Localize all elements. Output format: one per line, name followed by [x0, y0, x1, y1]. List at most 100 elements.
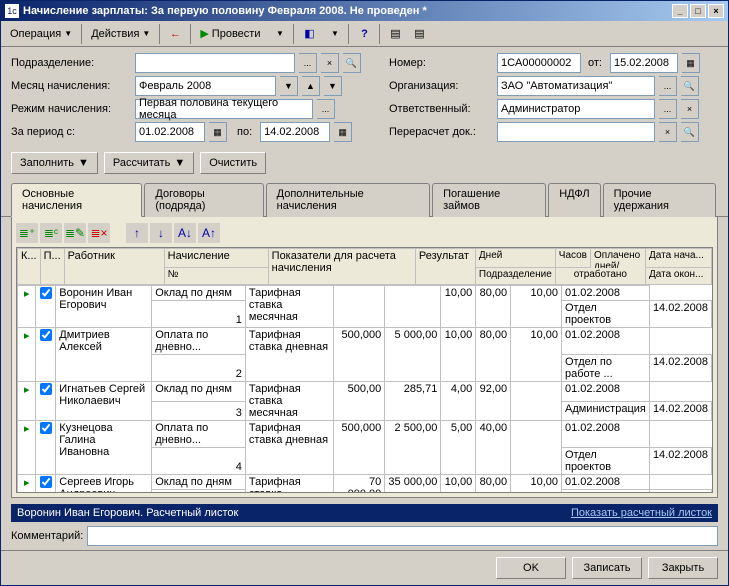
report-icon[interactable]: ◧ — [298, 23, 320, 45]
cell-accrual[interactable]: Оплата по дневно... — [152, 328, 246, 355]
col-days[interactable]: Дней — [475, 249, 555, 268]
cell-accrual[interactable]: Оплата по дневно... — [152, 421, 246, 448]
subdivision-select-button[interactable]: ... — [299, 53, 317, 73]
table-row[interactable]: ▸Игнатьев Сергей НиколаевичОклад по дням… — [18, 382, 712, 402]
date-cal-button[interactable]: ▦ — [682, 53, 700, 73]
resp-clear-button[interactable]: × — [681, 99, 699, 119]
cell-date-start[interactable]: 01.02.2008 — [561, 421, 649, 448]
tab-ndfl[interactable]: НДФЛ — [548, 183, 600, 217]
tab-additional[interactable]: Дополнительные начисления — [266, 183, 430, 217]
table-row[interactable]: ▸Сергеев Игорь АндреевичОклад по днямТар… — [18, 475, 712, 490]
cell-hours[interactable]: 92,00 — [476, 382, 511, 421]
cell-days[interactable]: 10,00 — [441, 286, 476, 328]
org-search-button[interactable]: 🔍 — [681, 76, 699, 96]
cell-date-end[interactable]: 14.02.2008 — [649, 401, 711, 421]
col-p[interactable]: П... — [40, 249, 64, 285]
cell-value[interactable] — [334, 286, 385, 328]
close-button[interactable]: × — [708, 4, 724, 18]
cell-employee[interactable]: Игнатьев Сергей Николаевич — [56, 382, 152, 421]
row-checkbox[interactable] — [36, 382, 56, 421]
cell-employee[interactable]: Дмитриев Алексей — [56, 328, 152, 382]
cell-date-end[interactable]: 14.02.2008 — [649, 355, 711, 382]
resp-input[interactable]: Администратор — [497, 99, 655, 119]
cell-result[interactable]: 285,71 — [385, 382, 441, 421]
help-icon[interactable]: ? — [353, 23, 375, 45]
cell-accrual[interactable]: Оклад по дням — [152, 286, 246, 301]
row-checkbox[interactable] — [36, 421, 56, 475]
tab-main[interactable]: Основные начисления — [11, 183, 142, 217]
cell-accrual[interactable]: Оклад по дням — [152, 382, 246, 402]
cell-date-start[interactable]: 01.02.2008 — [561, 328, 649, 355]
comment-input[interactable] — [87, 526, 718, 546]
move-up-icon[interactable]: ↑ — [126, 223, 148, 243]
row-checkbox[interactable] — [36, 475, 56, 493]
cell-subdivision[interactable]: Отдел по работе ... — [561, 355, 649, 382]
period-from-cal-button[interactable]: ▦ — [209, 122, 227, 142]
recalc-search-button[interactable]: 🔍 — [681, 122, 699, 142]
cell-accrual[interactable]: Оклад по дням — [152, 475, 246, 490]
cell-date-end[interactable]: 14.02.2008 — [649, 448, 711, 475]
sort-asc-icon[interactable]: A↓ — [174, 223, 196, 243]
cell-employee[interactable]: Кузнецова Галина Ивановна — [56, 421, 152, 475]
cell-employee[interactable]: Воронин Иван Егорович — [56, 286, 152, 328]
month-dropdown-button[interactable]: ▼ — [280, 76, 298, 96]
period-from-input[interactable]: 01.02.2008 — [135, 122, 205, 142]
col-result[interactable]: Результат — [415, 249, 475, 285]
cell-value[interactable]: 500,00 — [334, 382, 385, 421]
period-to-input[interactable]: 14.02.2008 — [260, 122, 330, 142]
cell-indicator[interactable]: Тарифная ставка месячная — [245, 475, 333, 493]
cell-days[interactable]: 10,00 — [441, 328, 476, 382]
cell-date-start[interactable]: 01.02.2008 — [561, 286, 649, 301]
tab-contracts[interactable]: Договоры (подряда) — [144, 183, 263, 217]
back-icon[interactable]: ← — [164, 23, 186, 45]
report-dropdown[interactable]: ▼ — [322, 23, 344, 45]
show-payslip-link[interactable]: Показать расчетный листок — [571, 507, 712, 519]
cell-paid[interactable] — [511, 382, 562, 421]
post-dropdown[interactable]: ▼ — [267, 23, 289, 45]
row-checkbox[interactable] — [36, 328, 56, 382]
calc-button[interactable]: Рассчитать▼ — [104, 152, 194, 174]
recalc-clear-button[interactable]: × — [659, 122, 677, 142]
tab-other[interactable]: Прочие удержания — [603, 183, 716, 217]
move-down-icon[interactable]: ↓ — [150, 223, 172, 243]
cell-hours[interactable]: 40,00 — [476, 421, 511, 475]
number-input[interactable]: 1CА00000002 — [497, 53, 581, 73]
cell-result[interactable] — [385, 286, 441, 328]
cell-value[interactable]: 500,000 — [334, 421, 385, 475]
date-input[interactable]: 15.02.2008 — [610, 53, 678, 73]
table-row[interactable]: ▸Дмитриев АлексейОплата по дневно...Тари… — [18, 328, 712, 355]
cell-date-end[interactable]: 14.02.2008 — [649, 490, 711, 493]
cell-result[interactable]: 5 000,00 — [385, 328, 441, 382]
fill-button[interactable]: Заполнить▼ — [11, 152, 98, 174]
subdivision-search-button[interactable]: 🔍 — [343, 53, 361, 73]
month-input[interactable]: Февраль 2008 — [135, 76, 276, 96]
cell-subdivision[interactable]: Отдел проектов — [561, 490, 649, 493]
col-accrual[interactable]: Начисление — [164, 249, 268, 268]
add-row-icon[interactable]: ≣⁺ — [16, 223, 38, 243]
cell-indicator[interactable]: Тарифная ставка месячная — [245, 382, 333, 421]
close-form-button[interactable]: Закрыть — [648, 557, 718, 579]
subdivision-input[interactable] — [135, 53, 295, 73]
cell-days[interactable]: 10,00 — [441, 475, 476, 493]
col-no[interactable]: № — [164, 267, 268, 284]
ok-button[interactable]: OK — [496, 557, 566, 579]
post-button[interactable]: ▶Провести — [195, 23, 265, 45]
cell-date-end[interactable]: 14.02.2008 — [649, 301, 711, 328]
copy-row-icon[interactable]: ≣ᶜ — [40, 223, 62, 243]
cell-date-start[interactable]: 01.02.2008 — [561, 382, 649, 402]
col-indicators[interactable]: Показатели для расчета начисления — [268, 249, 415, 285]
table-row[interactable]: ▸Воронин Иван ЕгоровичОклад по днямТариф… — [18, 286, 712, 301]
cell-subdivision[interactable]: Администрация — [561, 401, 649, 421]
cell-hours[interactable]: 80,00 — [476, 475, 511, 493]
edit-row-icon[interactable]: ≣✎ — [64, 223, 86, 243]
maximize-button[interactable]: □ — [690, 4, 706, 18]
clear-button[interactable]: Очистить — [200, 152, 266, 174]
cell-subdivision[interactable]: Отдел проектов — [561, 448, 649, 475]
cell-paid[interactable]: 10,00 — [511, 475, 562, 493]
cell-paid[interactable]: 10,00 — [511, 328, 562, 382]
month-down-button[interactable]: ▼ — [324, 76, 342, 96]
cell-employee[interactable]: Сергеев Игорь Андреевич — [56, 475, 152, 493]
mode-input[interactable]: Первая половина текущего месяца — [135, 99, 313, 119]
delete-row-icon[interactable]: ≣× — [88, 223, 110, 243]
cell-subdivision[interactable]: Отдел проектов — [561, 301, 649, 328]
